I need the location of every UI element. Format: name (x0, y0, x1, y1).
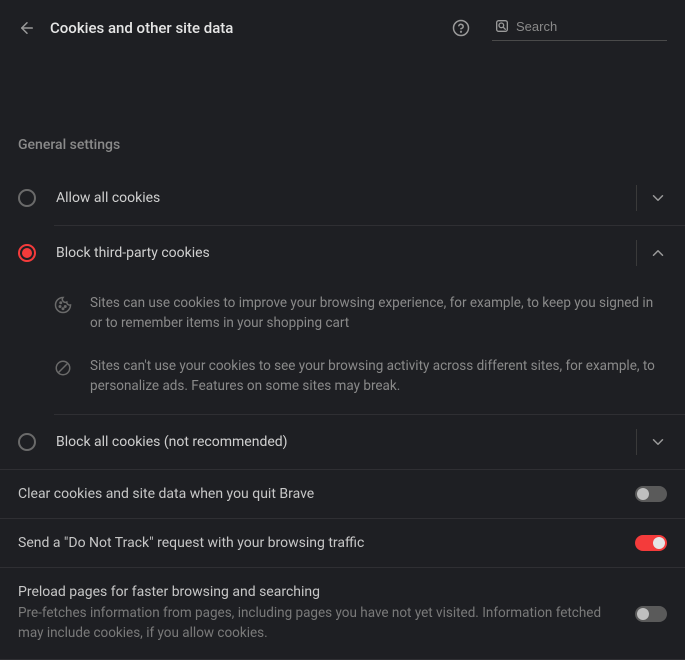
radio-allow-all-cookies[interactable]: Allow all cookies (0, 171, 685, 225)
toggle-do-not-track[interactable] (635, 535, 667, 551)
chevron-down-icon (649, 189, 667, 207)
page-title: Cookies and other site data (50, 19, 438, 37)
block-icon (54, 359, 72, 381)
cookie-icon (54, 296, 72, 318)
row-preload-pages: Preload pages for faster browsing and se… (0, 567, 685, 660)
radio-label: Block third-party cookies (56, 245, 628, 261)
radio-indicator (18, 244, 36, 262)
radio-label: Block all cookies (not recommended) (56, 434, 628, 450)
search-input[interactable] (516, 19, 685, 34)
search-field-wrap[interactable] (492, 14, 667, 41)
expand-allow-all-button[interactable] (649, 189, 667, 207)
back-button[interactable] (18, 19, 36, 37)
radio-indicator (18, 189, 36, 207)
search-icon (494, 18, 510, 34)
toggle-title: Clear cookies and site data when you qui… (18, 486, 605, 502)
expand-block-all-button[interactable] (649, 433, 667, 451)
radio-label: Allow all cookies (56, 190, 628, 206)
help-circle-icon (452, 19, 470, 37)
divider (636, 185, 637, 211)
row-do-not-track: Send a "Do Not Track" request with your … (0, 518, 685, 567)
toggle-preload-pages[interactable] (635, 606, 667, 622)
detail-text: Sites can't use your cookies to see your… (90, 357, 667, 396)
block-third-party-details: Sites can use cookies to improve your br… (0, 280, 685, 414)
radio-block-third-party[interactable]: Block third-party cookies (0, 226, 685, 280)
detail-text: Sites can use cookies to improve your br… (90, 294, 667, 333)
row-clear-cookies-on-quit: Clear cookies and site data when you qui… (0, 469, 685, 518)
help-button[interactable] (452, 19, 470, 37)
chevron-down-icon (649, 433, 667, 451)
toggle-subtitle: Pre-fetches information from pages, incl… (18, 604, 605, 643)
radio-indicator (18, 433, 36, 451)
toggle-title: Send a "Do Not Track" request with your … (18, 535, 605, 551)
general-settings-heading: General settings (0, 137, 685, 153)
chevron-up-icon (649, 244, 667, 262)
toggle-title: Preload pages for faster browsing and se… (18, 584, 605, 600)
divider (636, 429, 637, 455)
radio-block-all-cookies[interactable]: Block all cookies (not recommended) (0, 415, 685, 469)
arrow-left-icon (18, 19, 36, 37)
toggle-clear-on-quit[interactable] (635, 486, 667, 502)
divider (636, 240, 637, 266)
collapse-block-third-button[interactable] (649, 244, 667, 262)
